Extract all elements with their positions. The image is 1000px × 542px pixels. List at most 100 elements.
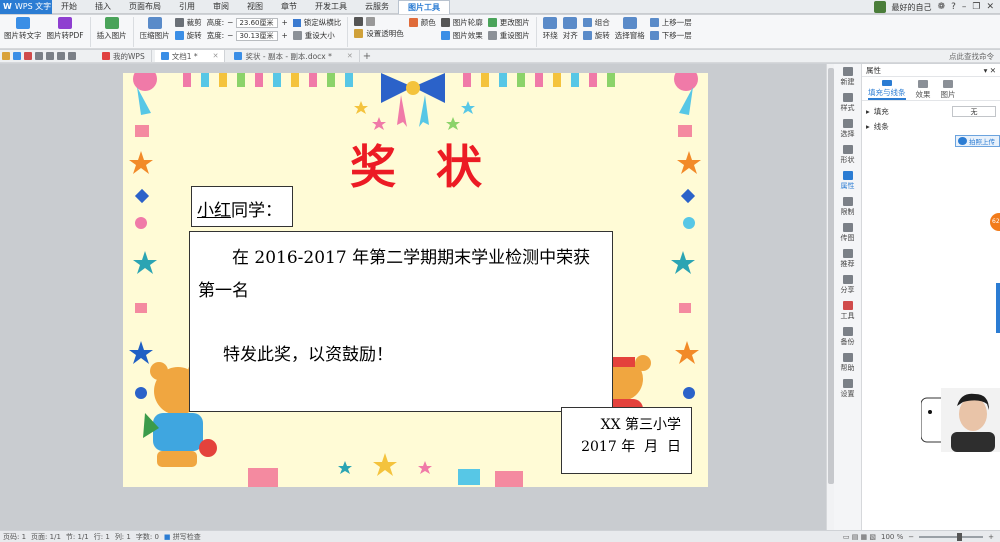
tab-view[interactable]: 视图 [238,0,272,14]
redo-icon[interactable] [68,52,76,60]
status-page[interactable]: 页码: 1 [3,532,26,542]
crop-button[interactable]: 裁剪 [174,17,202,28]
rail-restrict[interactable]: 限制 [834,194,861,220]
status-words[interactable]: 字数: 0 [136,532,159,542]
vertical-scrollbar[interactable] [826,64,834,530]
rail-upload-pic[interactable]: 传图 [834,220,861,246]
tab-cloud[interactable]: 云服务 [356,0,398,14]
app-menu-button[interactable]: W WPS 文字 [0,0,52,14]
help-icon[interactable]: ? [951,2,956,12]
expand-arrow-icon[interactable]: ▸ [866,107,870,116]
close-tab-icon[interactable]: ✕ [347,52,353,60]
selection-pane-button[interactable]: 选择窗格 [615,17,645,41]
pdf-export-icon[interactable] [24,52,32,60]
height-decrement[interactable]: − [227,18,233,27]
tab-references[interactable]: 引用 [170,0,204,14]
tab-effects[interactable]: 效果 [916,80,931,100]
fill-select[interactable]: 无 [952,106,996,117]
rail-share[interactable]: 分享 [834,272,861,298]
search-command[interactable]: 点此查找命令 [949,51,994,62]
tab-insert[interactable]: 插入 [86,0,120,14]
width-input[interactable]: 30.13厘米 [236,30,279,41]
line-row[interactable]: ▸ 线条 [862,119,1000,134]
rail-backup[interactable]: 备份 [834,324,861,350]
doc-tab-document1[interactable]: 文档1 * ✕ [154,50,226,62]
wrap-button[interactable]: 环绕 [543,17,558,41]
pic-to-pdf-button[interactable]: 图片转PDF [47,17,84,41]
save-icon[interactable] [13,52,21,60]
issuer-textbox[interactable]: XX 第三小学 2017 年 月 日 [561,407,692,474]
rail-shapes[interactable]: 形状 [834,142,861,168]
undo-icon[interactable] [57,52,65,60]
close-icon[interactable]: ✕ [986,2,994,12]
restore-icon[interactable]: ❐ [972,2,980,12]
rail-recommend[interactable]: 推荐 [834,246,861,272]
print-icon[interactable] [35,52,43,60]
tab-picture-tools[interactable]: 图片工具 [398,0,450,14]
skin-icon[interactable]: ❁ [938,2,946,12]
tab-sections[interactable]: 章节 [272,0,306,14]
tab-page-layout[interactable]: 页面布局 [120,0,170,14]
contrast-buttons[interactable] [354,17,404,26]
new-tab-icon[interactable]: + [363,51,371,62]
doc-tab-certificate[interactable]: 奖状 - 副本 - 副本.docx * ✕ [228,50,360,62]
reset-picture-button[interactable]: 重设图片 [487,30,530,41]
picture-outline-button[interactable]: 图片轮廓 [440,17,483,28]
rotate-button[interactable]: 旋转 [174,30,202,41]
rail-help[interactable]: 帮助 [834,350,861,376]
avatar[interactable] [873,1,886,13]
group-button[interactable]: 组合 [582,17,610,28]
set-transparent-button[interactable]: 设置透明色 [354,28,404,39]
height-increment[interactable]: + [281,18,287,27]
rotate2-button[interactable]: 旋转 [582,30,610,41]
rail-settings[interactable]: 设置 [834,376,861,402]
photo-upload-button[interactable]: 拍照上传 [955,135,1000,147]
insert-picture-button[interactable]: 插入图片 [97,17,127,41]
rail-styles[interactable]: 样式 [834,90,861,116]
width-decrement[interactable]: − [227,31,233,40]
expand-arrow-icon[interactable]: ▸ [866,122,870,131]
recipient-textbox[interactable]: 小红同学： [191,186,293,227]
change-picture-button[interactable]: 更改图片 [487,17,530,28]
spell-check[interactable]: ■ 拼写检查 [164,532,201,542]
pane-pin-icon[interactable]: ▾ ✕ [984,66,996,75]
zoom-slider[interactable] [919,532,984,541]
tab-review[interactable]: 审阅 [204,0,238,14]
close-tab-icon[interactable]: ✕ [213,52,219,60]
compress-label: 压缩图片 [139,31,170,40]
align-button[interactable]: 对齐 [563,17,578,41]
body-textbox[interactable]: 在 2016-2017 年第二学期期末学业检测中荣获第一名 特发此奖，以资鼓励！ [189,231,613,412]
side-handle[interactable] [996,283,1000,333]
view-mode-icons[interactable]: ▭ ▤ ▦ ▧ [843,533,876,541]
tab-developer[interactable]: 开发工具 [306,0,356,14]
doc-tab-my-wps[interactable]: 我的WPS [96,50,152,62]
compress-picture-button[interactable]: 压缩图片 [140,17,170,41]
color-button[interactable]: 颜色 [408,17,436,28]
user-name[interactable]: 最好的自己 [892,2,932,13]
width-increment[interactable]: + [281,31,287,40]
rail-select[interactable]: 选择 [834,116,861,142]
fill-row[interactable]: ▸ 填充 无 [862,104,1000,119]
certificate-page[interactable]: 奖状 小红同学： 在 2016-2017 年第二学期期末学业检测中荣获第一名 特… [123,73,708,487]
rail-new[interactable]: 新建 [834,64,861,90]
zoom-out-icon[interactable]: − [908,533,914,541]
picture-effect-button[interactable]: 图片效果 [440,30,483,41]
zoom-level[interactable]: 100 % [881,533,903,541]
rail-properties[interactable]: 属性 [834,168,861,194]
open-icon[interactable] [2,52,10,60]
zoom-in-icon[interactable]: + [988,533,994,541]
minimize-icon[interactable]: – [962,2,967,12]
rail-tools[interactable]: 工具 [834,298,861,324]
zoom-knob[interactable] [957,532,963,541]
lock-ratio-checkbox[interactable]: 锁定纵横比 [292,17,341,28]
height-input[interactable]: 23.60厘米 [236,17,279,28]
tab-fill-line[interactable]: 填充与线条 [868,80,906,100]
tab-home[interactable]: 开始 [52,0,86,14]
preview-icon[interactable] [46,52,54,60]
tab-picture[interactable]: 图片 [941,80,956,100]
bring-forward-button[interactable]: 上移一层 [649,17,692,28]
pic-to-text-button[interactable]: 图片转文字 [4,17,42,41]
document-canvas[interactable]: 奖状 小红同学： 在 2016-2017 年第二学期期末学业检测中荣获第一名 特… [0,64,826,530]
send-backward-button[interactable]: 下移一层 [649,30,692,41]
reset-size-button[interactable]: 重设大小 [292,30,342,41]
